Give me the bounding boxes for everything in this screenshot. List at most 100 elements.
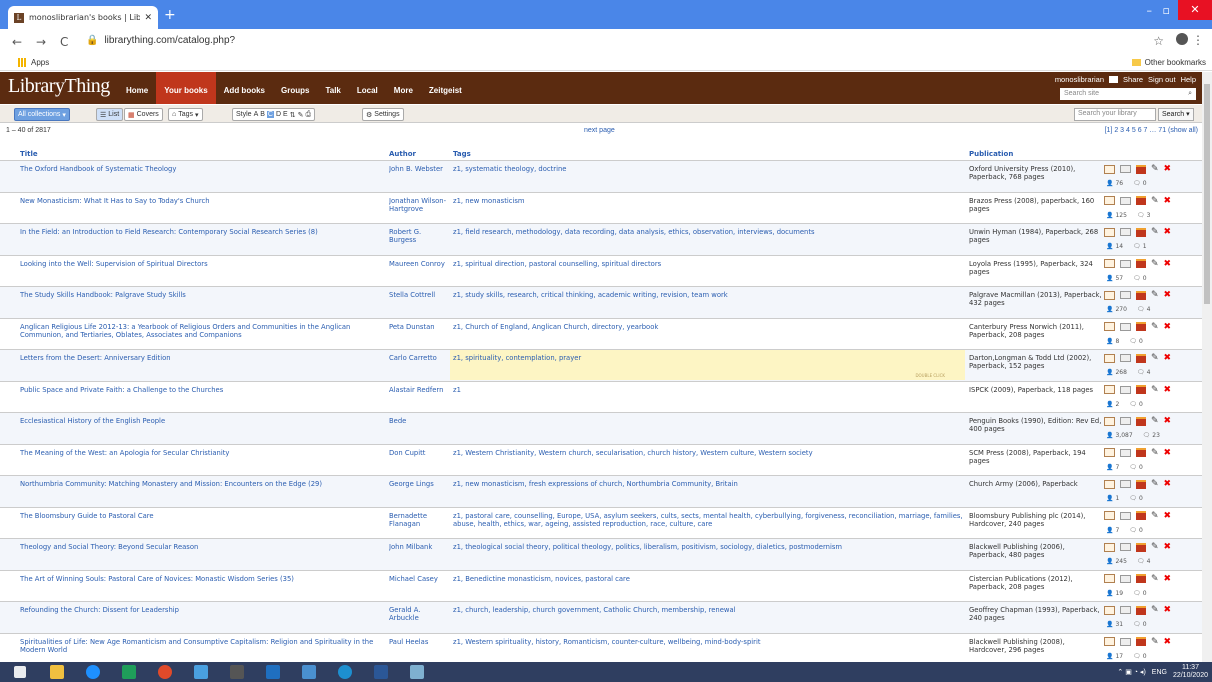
style-e-button[interactable]: E <box>283 111 288 118</box>
book-title-link[interactable]: Northumbria Community: Matching Monaster… <box>20 480 382 488</box>
scrollbar-thumb[interactable] <box>1204 84 1210 304</box>
book-details-icon[interactable] <box>1104 574 1115 583</box>
book-author-link[interactable]: Don Cupitt <box>389 449 449 457</box>
style-a-button[interactable]: A <box>254 111 259 118</box>
book-title-link[interactable]: The Meaning of the West: an Apologia for… <box>20 449 382 457</box>
reviews-count[interactable]: 🗨 0 <box>1133 653 1146 660</box>
list-view-button[interactable]: ☰ List <box>96 108 124 121</box>
members-count[interactable]: 👤 245 <box>1106 558 1127 565</box>
members-count[interactable]: 👤 7 <box>1106 527 1119 534</box>
delete-icon[interactable]: ✖ <box>1164 196 1172 206</box>
collection-icon[interactable] <box>1136 322 1146 331</box>
library-search-input[interactable]: Search your library <box>1074 108 1156 121</box>
share-link[interactable]: Share <box>1123 75 1143 84</box>
book-title-link[interactable]: The Oxford Handbook of Systematic Theolo… <box>20 165 382 173</box>
review-icon[interactable] <box>1120 291 1131 299</box>
help-link[interactable]: Help <box>1181 75 1196 84</box>
collection-icon[interactable] <box>1136 637 1146 646</box>
collection-icon[interactable] <box>1136 196 1146 205</box>
book-author-link[interactable]: Bede <box>389 417 449 425</box>
members-count[interactable]: 👤 31 <box>1106 621 1123 628</box>
book-title-link[interactable]: The Study Skills Handbook: Palgrave Stud… <box>20 291 382 299</box>
book-title-link[interactable]: The Art of Winning Souls: Pastoral Care … <box>20 575 382 583</box>
members-count[interactable]: 👤 19 <box>1106 590 1123 597</box>
delete-icon[interactable]: ✖ <box>1164 322 1172 332</box>
reviews-count[interactable]: 🗨 1 <box>1133 243 1146 250</box>
site-logo[interactable]: LibraryThing <box>8 75 110 98</box>
edit-pencil-icon[interactable]: ✎ <box>1151 637 1159 647</box>
print-icon[interactable]: ⎙ <box>305 111 311 119</box>
collections-dropdown[interactable]: All collections ▾ <box>14 108 70 121</box>
book-author-link[interactable]: Stella Cottrell <box>389 291 449 299</box>
collection-icon[interactable] <box>1136 511 1146 520</box>
book-author-link[interactable]: Alastair Redfern <box>389 386 449 394</box>
book-author-link[interactable]: Maureen Conroy <box>389 260 449 268</box>
title-column-header[interactable]: Title <box>20 150 38 158</box>
word-icon[interactable] <box>374 665 388 679</box>
app-icon-2[interactable] <box>230 665 244 679</box>
book-tags[interactable]: z1, theological social theory, political… <box>453 543 963 569</box>
review-icon[interactable] <box>1120 165 1131 173</box>
language-indicator[interactable]: ENG <box>1152 669 1167 676</box>
edit-pencil-icon[interactable]: ✎ <box>1151 322 1159 332</box>
edit-pencil-icon[interactable]: ✎ <box>1151 574 1159 584</box>
nav-home[interactable]: Home <box>118 72 156 104</box>
book-title-link[interactable]: Public Space and Private Faith: a Challe… <box>20 386 382 394</box>
style-c-button[interactable]: C <box>266 111 274 118</box>
book-author-link[interactable]: George Lings <box>389 480 449 488</box>
back-icon[interactable]: ← <box>12 35 22 49</box>
reviews-count[interactable]: 🗨 4 <box>1137 369 1150 376</box>
reviews-count[interactable]: 🗨 0 <box>1133 590 1146 597</box>
review-icon[interactable] <box>1120 574 1131 583</box>
app-icon-3[interactable] <box>302 665 316 679</box>
collection-icon[interactable] <box>1136 542 1146 552</box>
book-title-link[interactable]: New Monasticism: What It Has to Say to T… <box>20 197 382 205</box>
book-details-icon[interactable] <box>1104 322 1115 331</box>
url-field[interactable]: 🔒 librarything.com/catalog.php? <box>86 35 235 46</box>
book-tags[interactable]: z1, study skills, research, critical thi… <box>453 291 963 317</box>
app-icon-4[interactable] <box>410 665 424 679</box>
book-title-link[interactable]: Looking into the Well: Supervision of Sp… <box>20 260 382 268</box>
reload-icon[interactable]: C <box>60 35 68 49</box>
edit-columns-icon[interactable]: ✎ <box>298 111 304 119</box>
members-count[interactable]: 👤 268 <box>1106 369 1127 376</box>
edit-pencil-icon[interactable]: ✎ <box>1151 259 1159 269</box>
review-icon[interactable] <box>1120 196 1131 205</box>
camera-icon[interactable] <box>1109 76 1119 83</box>
tray-icons[interactable]: ⌃ ▣ ◔ ◂) <box>1117 668 1145 676</box>
book-details-icon[interactable] <box>1104 479 1115 489</box>
book-tags[interactable]: z1, church, leadership, church governmen… <box>453 606 963 632</box>
review-icon[interactable] <box>1120 354 1131 362</box>
book-tags[interactable]: z1, systematic theology, doctrine <box>453 165 963 191</box>
site-search-input[interactable]: ⌕ Search site <box>1060 88 1196 100</box>
apps-bookmark[interactable]: Apps <box>18 58 49 67</box>
book-tags[interactable]: z1 <box>453 386 963 412</box>
delete-icon[interactable]: ✖ <box>1164 479 1172 489</box>
tags-view-button[interactable]: ⌂ Tags ▾ <box>168 108 203 121</box>
book-tags[interactable]: z1, pastoral care, counselling, Europe, … <box>453 512 963 538</box>
book-details-icon[interactable] <box>1104 542 1115 552</box>
members-count[interactable]: 👤 7 <box>1106 464 1119 471</box>
collection-icon[interactable] <box>1136 479 1146 489</box>
covers-view-button[interactable]: ▦ Covers <box>124 108 163 121</box>
tab-close-icon[interactable]: ✕ <box>144 13 152 23</box>
delete-icon[interactable]: ✖ <box>1164 353 1172 363</box>
bookmark-star-icon[interactable]: ☆ <box>1153 34 1164 48</box>
members-count[interactable]: 👤 125 <box>1106 212 1127 219</box>
review-icon[interactable] <box>1120 637 1131 646</box>
reviews-count[interactable]: 🗨 4 <box>1137 558 1150 565</box>
book-tags[interactable]: z1, Benedictine monasticism, novices, pa… <box>453 575 963 601</box>
members-count[interactable]: 👤 17 <box>1106 653 1123 660</box>
members-count[interactable]: 👤 14 <box>1106 243 1123 250</box>
reviews-count[interactable]: 🗨 0 <box>1133 275 1146 282</box>
book-details-icon[interactable] <box>1104 259 1115 268</box>
delete-icon[interactable]: ✖ <box>1164 511 1172 521</box>
book-author-link[interactable]: Bernadette Flanagan <box>389 512 449 528</box>
book-details-icon[interactable] <box>1104 227 1115 237</box>
review-icon[interactable] <box>1120 322 1131 331</box>
browser-tab[interactable]: L monoslibrarian's books | Library… ✕ <box>8 6 158 29</box>
page-scrollbar[interactable] <box>1202 72 1212 662</box>
delete-icon[interactable]: ✖ <box>1164 416 1172 426</box>
collection-icon[interactable] <box>1136 416 1146 426</box>
other-bookmarks[interactable]: Other bookmarks <box>1131 58 1206 67</box>
